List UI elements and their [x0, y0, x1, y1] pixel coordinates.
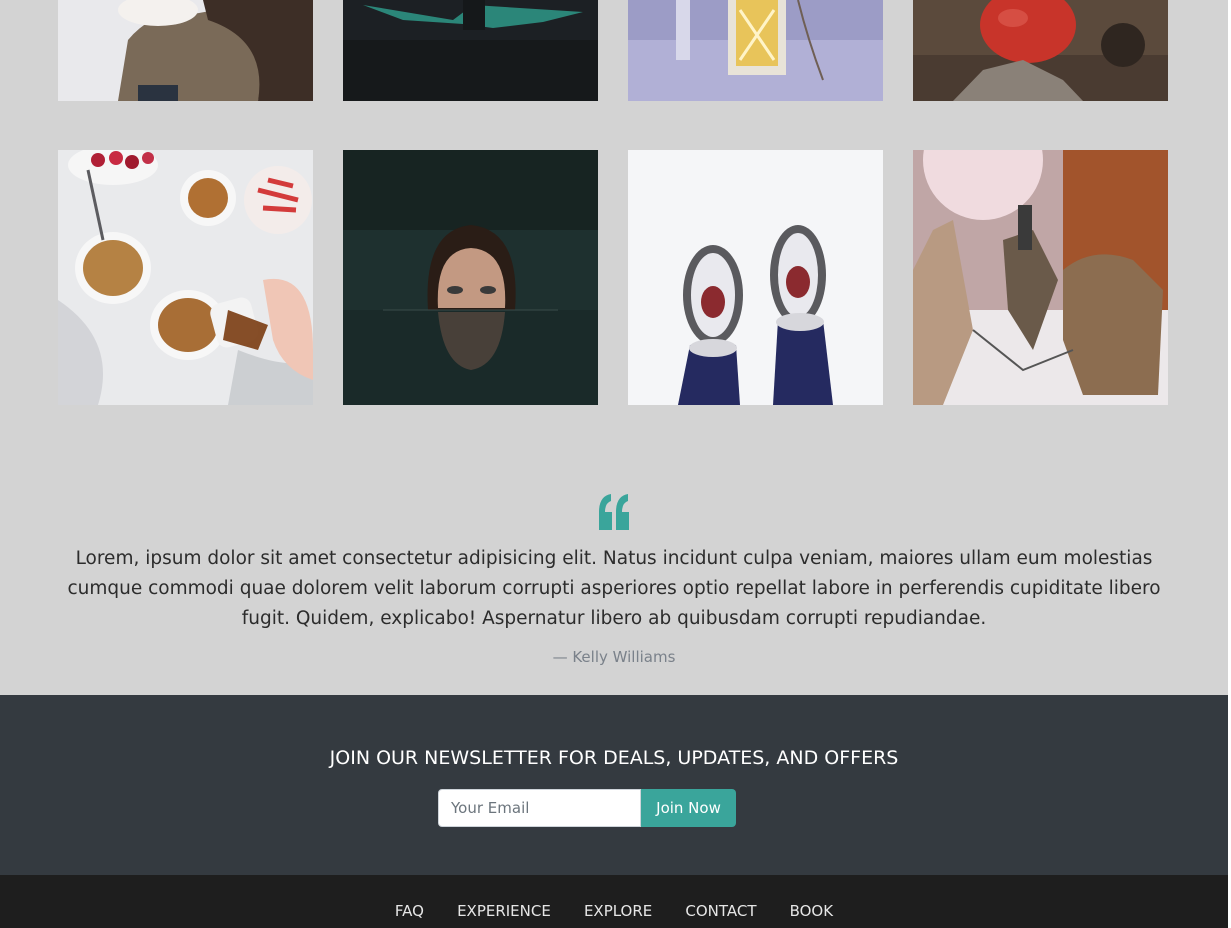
footer-link-explore[interactable]: EXPLORE [584, 902, 652, 920]
gallery-photo-kettle[interactable] [913, 0, 1168, 101]
gallery-photo-lantern[interactable] [628, 0, 883, 101]
footer-link-contact[interactable]: CONTACT [685, 902, 756, 920]
newsletter-heading: JOIN OUR NEWSLETTER FOR DEALS, UPDATES, … [329, 747, 899, 769]
photo-snowshoes-icon [628, 150, 883, 405]
photo-aurora-lake-icon [343, 0, 598, 101]
footer-nav: FAQ EXPERIENCE EXPLORE CONTACT BOOK [0, 901, 1228, 920]
photo-oatmeal-breakfast-icon [58, 150, 313, 405]
photo-sled-dogs-icon [913, 150, 1168, 405]
join-now-button[interactable]: Join Now [641, 789, 736, 827]
gallery-photo-woman-water[interactable] [343, 150, 598, 405]
photo-red-kettle-on-rocks-icon [913, 0, 1168, 101]
testimonial-quote: Lorem, ipsum dolor sit amet consectetur … [67, 548, 1161, 629]
footer-link-faq[interactable]: FAQ [395, 902, 424, 920]
newsletter-form: Join Now [438, 789, 736, 827]
email-input[interactable] [438, 789, 641, 827]
gallery-photo-sled-dogs[interactable] [913, 150, 1168, 405]
footer: FAQ EXPERIENCE EXPLORE CONTACT BOOK [0, 875, 1228, 928]
footer-link-book[interactable]: BOOK [790, 902, 833, 920]
newsletter-section: JOIN OUR NEWSLETTER FOR DEALS, UPDATES, … [0, 695, 1228, 875]
gallery-photo-hug[interactable] [58, 0, 313, 101]
quote-icon [599, 494, 629, 530]
photo-snowy-lantern-icon [628, 0, 883, 101]
photo-hug-in-snow-icon [58, 0, 313, 101]
gallery-photo-breakfast[interactable] [58, 150, 313, 405]
testimonial-section: Lorem, ipsum dolor sit amet consectetur … [0, 490, 1228, 666]
gallery-photo-snowshoes[interactable] [628, 150, 883, 405]
footer-link-experience[interactable]: EXPERIENCE [457, 902, 551, 920]
gallery-photo-aurora[interactable] [343, 0, 598, 101]
testimonial-author: — Kelly Williams [552, 648, 676, 666]
photo-woman-in-water-icon [343, 150, 598, 405]
